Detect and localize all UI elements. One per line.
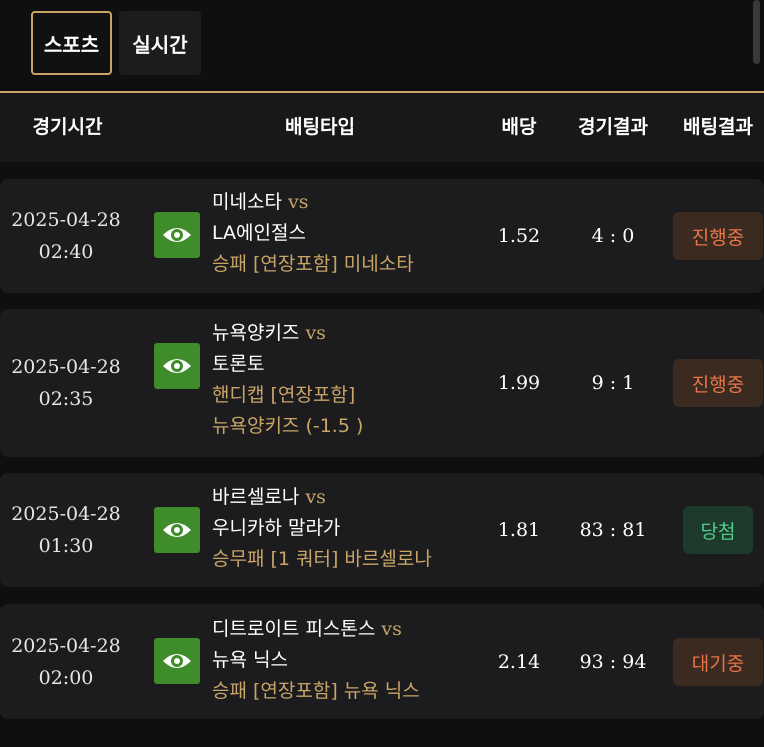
bet-pick-handicap: 뉴욕양키즈 (-1.5 )	[212, 415, 364, 437]
eye-icon	[163, 359, 191, 373]
match-datetime: 2025-04-28 02:35	[0, 309, 132, 457]
odds-value: 1.81	[497, 519, 541, 541]
status-badge: 당첨	[683, 506, 753, 554]
match-date: 2025-04-28	[11, 634, 121, 657]
game-score: 9 : 1	[591, 372, 635, 394]
column-header-game-result: 경기결과	[578, 116, 648, 138]
view-details-button[interactable]	[154, 343, 200, 389]
table-row: 2025-04-28 01:30 바르셀로나 vs 우니카하 말라가 승무패 […	[0, 473, 764, 587]
away-team: LA에인절스	[212, 222, 306, 244]
view-details-button[interactable]	[154, 638, 200, 684]
match-datetime: 2025-04-28 01:30	[0, 473, 132, 587]
match-datetime: 2025-04-28 02:40	[0, 179, 132, 293]
eye-icon	[163, 523, 191, 537]
tab-live[interactable]: 실시간	[119, 11, 201, 75]
column-header-bet-result: 배팅결과	[683, 116, 753, 138]
odds-value: 2.14	[497, 650, 541, 673]
away-team: 우니카하 말라가	[212, 517, 341, 539]
bet-type-info: 뉴욕양키즈 vs 토론토 핸디캡 [연장포함] 뉴욕양키즈 (-1.5 )	[212, 318, 363, 442]
match-date: 2025-04-28	[11, 356, 121, 378]
home-team: 뉴욕양키즈	[212, 322, 300, 344]
table-row: 2025-04-28 02:35 뉴욕양키즈 vs 토론토 핸디캡 [연장포함]…	[0, 309, 764, 457]
away-team: 뉴욕 닉스	[212, 649, 288, 671]
column-header-odds: 배당	[501, 116, 537, 138]
match-time: 01:30	[38, 535, 94, 557]
vs-label: vs	[305, 486, 326, 508]
vs-label: vs	[381, 618, 402, 640]
match-date: 2025-04-28	[11, 503, 121, 525]
table-row: 2025-04-28 02:40 미네소타 vs LA에인절스 승패 [연장포함…	[0, 179, 764, 293]
home-team: 바르셀로나	[212, 486, 300, 508]
match-time: 02:40	[38, 241, 94, 263]
column-header-bet-type: 배팅타입	[285, 116, 355, 138]
game-score: 83 : 81	[579, 519, 647, 541]
tab-bar: 스포츠 실시간	[0, 0, 764, 92]
column-header-time: 경기시간	[32, 116, 103, 138]
odds-value: 1.52	[497, 225, 541, 247]
table-row: 2025-04-28 02:00 디트로이트 피스톤스 vs 뉴욕 닉스 승패 …	[0, 604, 764, 719]
vs-label: vs	[287, 191, 309, 213]
home-team: 디트로이트 피스톤스	[212, 618, 376, 640]
status-badge: 대기중	[673, 638, 763, 686]
bet-type-info: 바르셀로나 vs 우니카하 말라가 승무패 [1 쿼터] 바르셀로나	[212, 482, 432, 575]
match-datetime: 2025-04-28 02:00	[0, 604, 132, 719]
bet-type-info: 디트로이트 피스톤스 vs 뉴욕 닉스 승패 [연장포함] 뉴욕 닉스	[212, 614, 420, 707]
eye-icon	[163, 228, 191, 242]
bet-type-info: 미네소타 vs LA에인절스 승패 [연장포함] 미네소타	[212, 187, 414, 280]
odds-value: 1.99	[497, 372, 541, 394]
match-time: 02:35	[38, 388, 94, 410]
bet-pick: 승무패 [1 쿼터] 바르셀로나	[212, 548, 432, 570]
away-team: 토론토	[212, 353, 265, 375]
vs-label: vs	[305, 322, 326, 344]
scrollbar[interactable]	[753, 0, 760, 64]
bet-pick: 승패 [연장포함] 미네소타	[212, 253, 414, 275]
match-time: 02:00	[38, 666, 94, 689]
status-badge: 진행중	[673, 212, 763, 260]
bet-pick: 핸디캡 [연장포함]	[212, 384, 356, 406]
view-details-button[interactable]	[154, 212, 200, 258]
home-team: 미네소타	[212, 191, 282, 213]
bet-pick: 승패 [연장포함] 뉴욕 닉스	[212, 680, 420, 702]
game-score: 4 : 0	[591, 225, 635, 247]
view-details-button[interactable]	[154, 507, 200, 553]
match-date: 2025-04-28	[11, 209, 121, 231]
status-badge: 진행중	[673, 359, 763, 407]
eye-icon	[163, 654, 191, 668]
table-header: 경기시간 배팅타입 배당 경기결과 배팅결과	[0, 93, 764, 162]
game-score: 93 : 94	[579, 650, 647, 673]
tab-sports[interactable]: 스포츠	[31, 11, 112, 75]
